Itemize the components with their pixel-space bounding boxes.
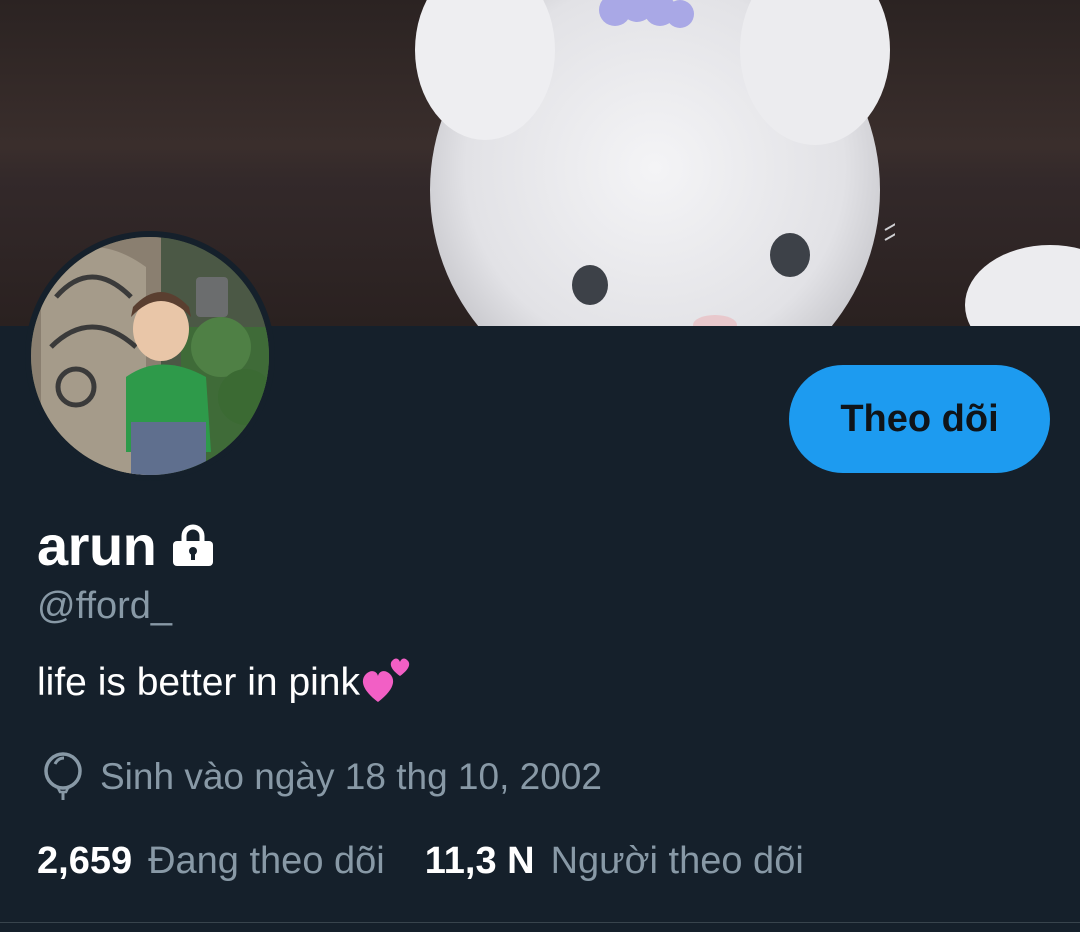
followers-count: 11,3 N	[424, 840, 535, 882]
avatar[interactable]	[31, 237, 269, 475]
following-count: 2,659	[37, 840, 133, 882]
banner-plush-paw	[965, 245, 1080, 326]
bio-text: life is better in pink	[37, 661, 360, 704]
banner-plush-toy-image	[415, 0, 895, 326]
profile-bio: life is better in pink	[37, 658, 414, 706]
section-divider	[0, 922, 1080, 923]
following-link[interactable]: 2,659 Đang theo dõi	[37, 840, 385, 883]
display-name: arun	[37, 513, 157, 577]
birthday-row: Sinh vào ngày 18 thg 10, 2002	[40, 752, 602, 802]
two-hearts-icon	[362, 658, 410, 702]
profile-stats: 2,659 Đang theo dõi 11,3 N Người theo dõ…	[37, 840, 804, 883]
avatar-photo	[31, 237, 269, 475]
followers-label: Người theo dõi	[550, 840, 804, 882]
lock-icon	[173, 524, 214, 566]
followers-link[interactable]: 11,3 N Người theo dõi	[425, 840, 804, 883]
balloon-icon	[44, 752, 82, 800]
profile-name-row: arun	[37, 512, 216, 578]
avatar-border	[25, 231, 275, 481]
following-label: Đang theo dõi	[148, 840, 385, 882]
profile-handle: @fford_	[37, 585, 173, 627]
birthday-text: Sinh vào ngày 18 thg 10, 2002	[100, 756, 602, 797]
follow-button[interactable]: Theo dõi	[789, 365, 1050, 473]
